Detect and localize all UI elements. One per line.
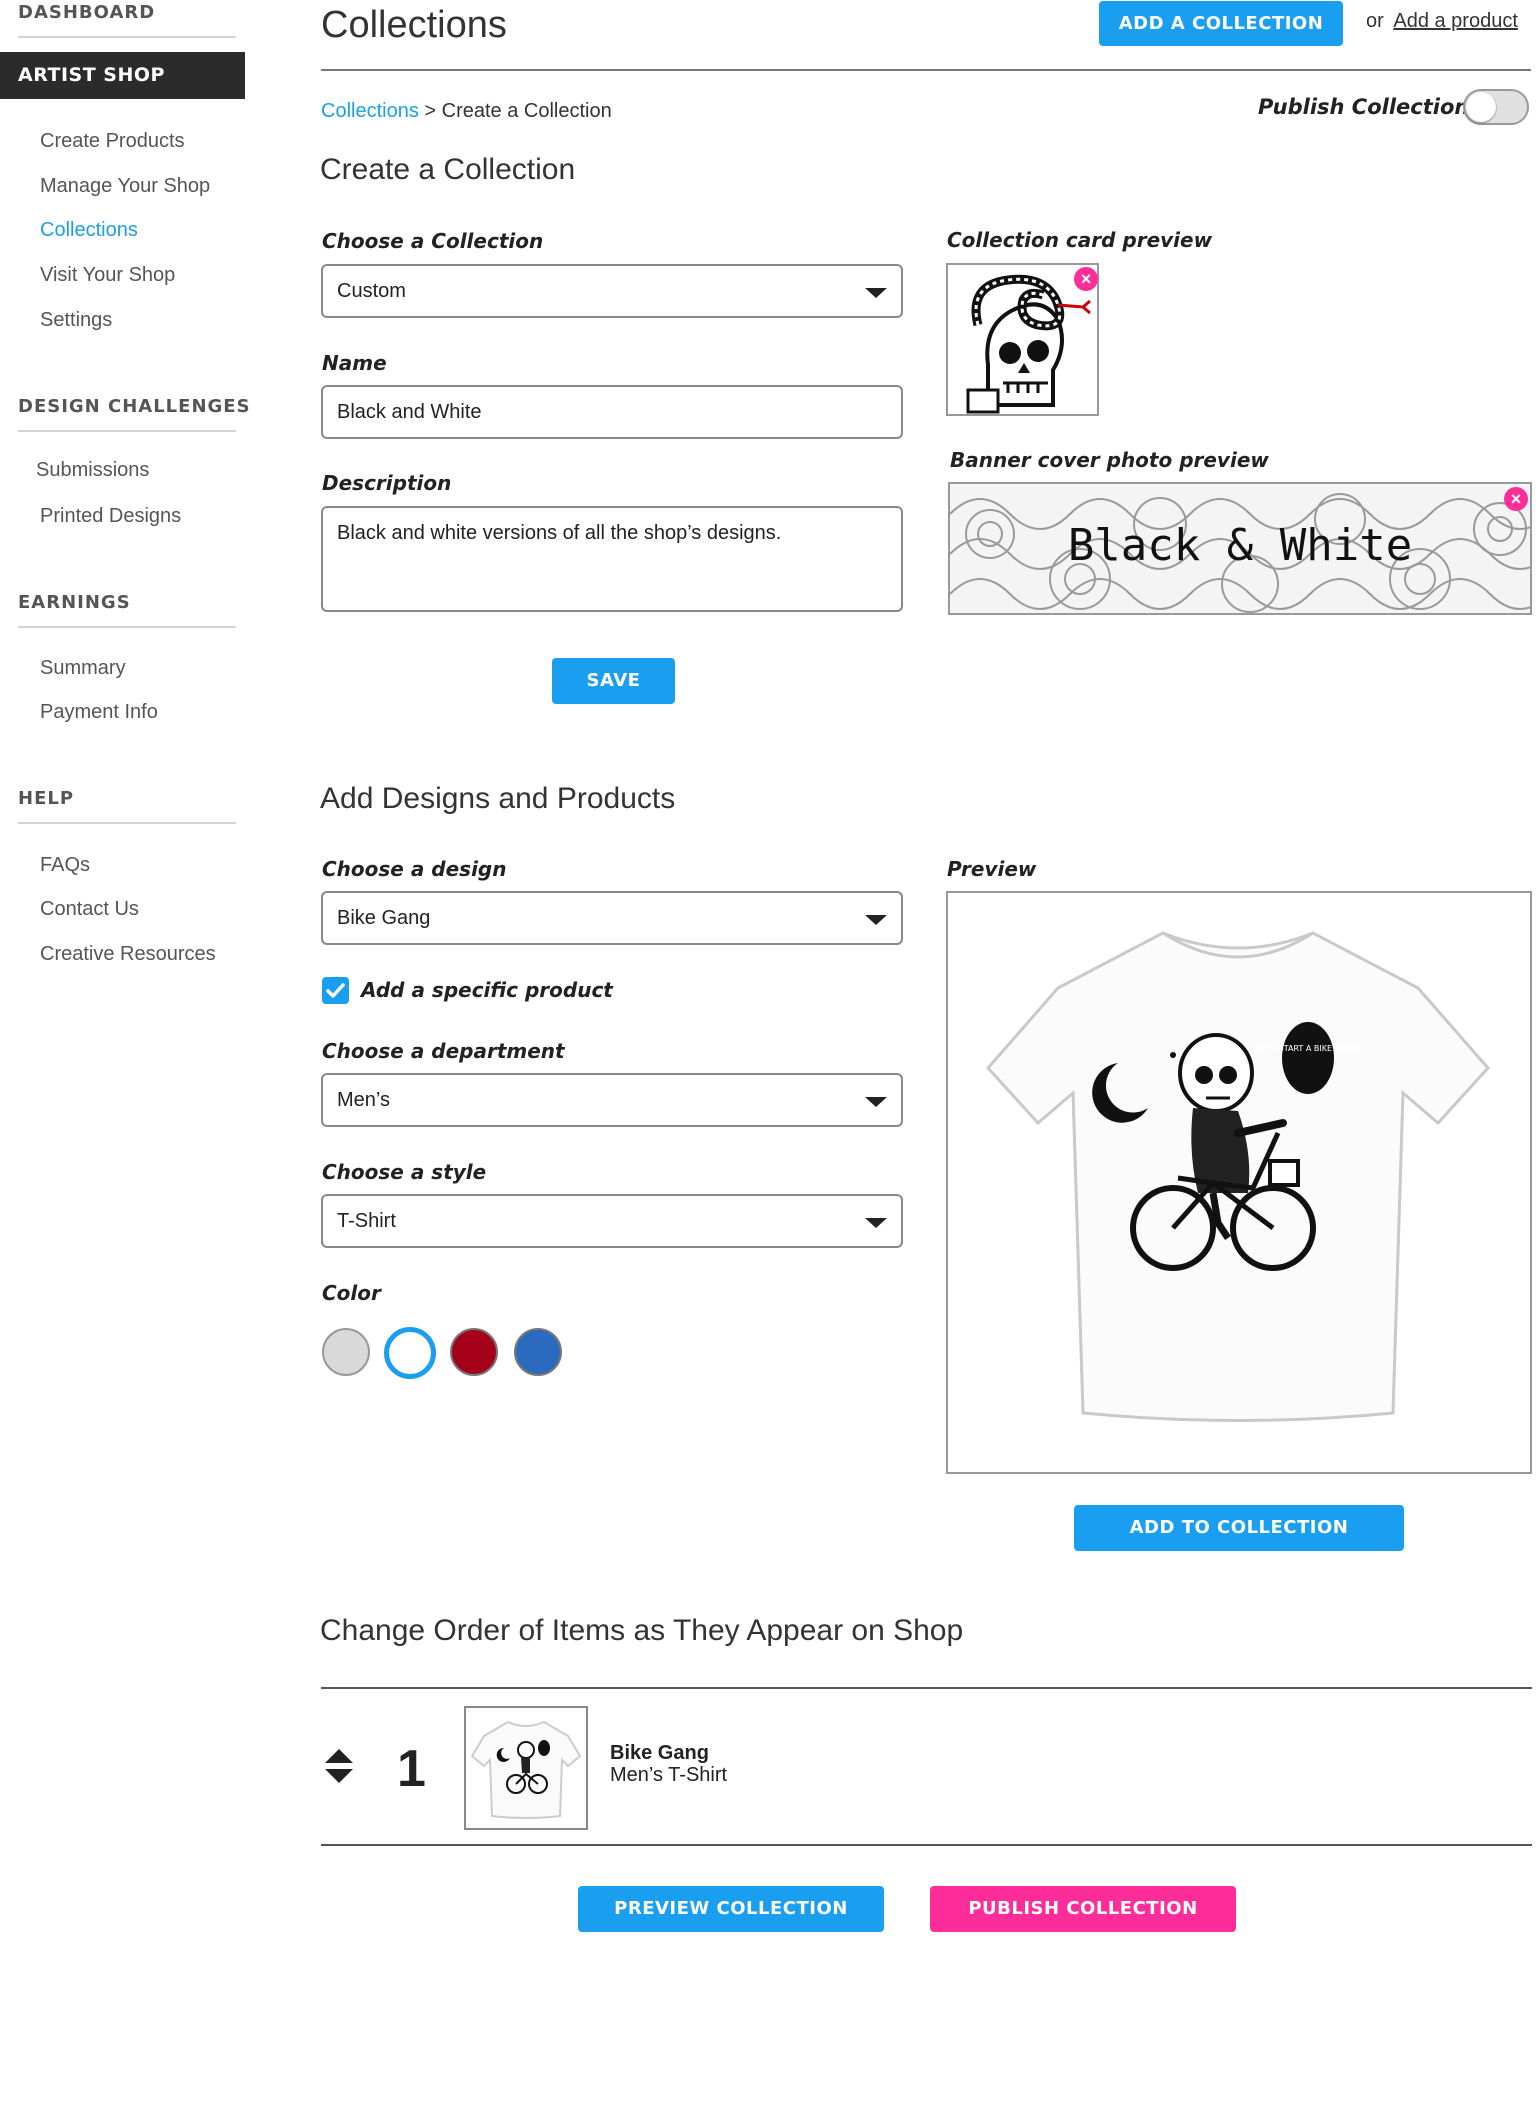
breadcrumb-current: Create a Collection — [441, 100, 612, 122]
checkmark-icon — [326, 983, 345, 998]
specific-product-checkbox[interactable] — [322, 977, 349, 1004]
color-swatch-blue[interactable] — [514, 1328, 562, 1376]
sidebar-item-create-products[interactable]: Create Products — [40, 130, 185, 153]
sidebar-heading-dashboard[interactable]: DASHBOARD — [18, 2, 155, 23]
sidebar-item-manage-your-shop[interactable]: Manage Your Shop — [40, 175, 210, 198]
collection-card-preview: × — [946, 263, 1099, 416]
description-label: Description — [322, 471, 452, 495]
name-field-value: Black and White — [337, 401, 482, 423]
reorder-handle-icon[interactable] — [324, 1749, 354, 1789]
add-product-prompt: or Add a product — [1366, 10, 1518, 33]
breadcrumb-link-collections[interactable]: Collections — [321, 100, 419, 122]
card-preview-label: Collection card preview — [947, 228, 1213, 252]
select-value: Custom — [337, 280, 406, 302]
sidebar-item-visit-your-shop[interactable]: Visit Your Shop — [40, 264, 175, 287]
preview-label: Preview — [947, 857, 1037, 881]
page-title: Collections — [321, 4, 507, 46]
preview-collection-button[interactable]: PREVIEW COLLECTION — [578, 1886, 884, 1932]
description-field-value: Black and white versions of all the shop… — [337, 522, 782, 544]
order-item-subtitle: Men’s T-Shirt — [610, 1764, 728, 1786]
sidebar-item-collections[interactable]: Collections — [40, 219, 138, 242]
sidebar-item-printed-designs[interactable]: Printed Designs — [40, 505, 181, 528]
order-item-thumbnail — [464, 1706, 588, 1830]
sidebar-item-label: ARTIST SHOP — [18, 64, 165, 86]
sidebar-heading-help[interactable]: HELP — [18, 788, 74, 809]
add-product-link[interactable]: Add a product — [1393, 10, 1518, 32]
name-label: Name — [322, 351, 387, 375]
add-collection-button[interactable]: ADD A COLLECTION — [1099, 1, 1343, 46]
banner-title-text: Black & White — [1067, 520, 1413, 571]
sidebar-item-summary[interactable]: Summary — [40, 657, 126, 680]
sidebar-item-artist-shop[interactable]: ARTIST SHOP — [0, 52, 245, 99]
divider — [18, 822, 236, 824]
design-select[interactable]: Bike Gang — [321, 891, 903, 945]
breadcrumb-separator: > — [424, 100, 437, 122]
chevron-down-icon — [865, 1218, 887, 1228]
or-text: or — [1366, 10, 1384, 32]
banner-cover-preview: Black & White × — [948, 482, 1532, 615]
select-value: Men’s — [337, 1089, 390, 1111]
add-designs-title: Add Designs and Products — [320, 782, 676, 815]
product-preview: LET'S START A BIKE GANG! — [946, 891, 1532, 1474]
order-bottom-divider — [321, 1844, 1532, 1846]
name-field[interactable]: Black and White — [321, 385, 903, 439]
banner-preview-label: Banner cover photo preview — [950, 448, 1269, 472]
department-label: Choose a department — [322, 1039, 565, 1063]
divider — [18, 626, 236, 628]
choose-collection-select[interactable]: Custom — [321, 264, 903, 318]
color-swatch-red[interactable] — [450, 1328, 498, 1376]
sidebar-item-faqs[interactable]: FAQs — [40, 854, 90, 877]
sidebar-item-contact-us[interactable]: Contact Us — [40, 898, 139, 921]
remove-card-image-icon[interactable]: × — [1074, 267, 1098, 291]
chevron-down-icon — [865, 288, 887, 298]
sidebar-item-submissions[interactable]: Submissions — [36, 459, 149, 482]
order-title: Change Order of Items as They Appear on … — [320, 1614, 964, 1647]
style-label: Choose a style — [322, 1160, 487, 1184]
color-swatch-white[interactable] — [384, 1327, 436, 1379]
sidebar-item-settings[interactable]: Settings — [40, 309, 112, 332]
publish-collection-button[interactable]: PUBLISH COLLECTION — [930, 1886, 1236, 1932]
breadcrumb: Collections > Create a Collection — [321, 100, 612, 123]
sidebar-heading-design-challenges[interactable]: DESIGN CHALLENGES — [18, 396, 251, 417]
divider — [18, 430, 236, 432]
add-to-collection-button[interactable]: ADD TO COLLECTION — [1074, 1505, 1404, 1551]
publish-toggle[interactable] — [1463, 89, 1529, 125]
divider — [18, 36, 236, 38]
sidebar-item-payment-info[interactable]: Payment Info — [40, 701, 158, 724]
style-select[interactable]: T-Shirt — [321, 1194, 903, 1248]
publish-toggle-label: Publish Collection — [1258, 95, 1470, 119]
color-swatch-gray[interactable] — [322, 1328, 370, 1376]
tshirt-thumbnail — [470, 1720, 582, 1819]
toggle-knob — [1466, 92, 1496, 122]
chevron-down-icon — [865, 1097, 887, 1107]
chevron-down-icon — [865, 915, 887, 925]
tshirt-mockup: LET'S START A BIKE GANG! — [985, 931, 1491, 1422]
order-item-name: Bike Gang — [610, 1742, 709, 1764]
order-row: 1 Bike Gang Men’s T-Shirt — [321, 1689, 1532, 1844]
sidebar-heading-earnings[interactable]: EARNINGS — [18, 592, 131, 613]
sidebar-item-creative-resources[interactable]: Creative Resources — [40, 943, 216, 966]
design-label: Choose a design — [322, 857, 507, 881]
choose-collection-label: Choose a Collection — [322, 229, 544, 253]
specific-product-label[interactable]: Add a specific product — [361, 978, 613, 1002]
select-value: T-Shirt — [337, 1210, 396, 1232]
speech-bubble-text: LET'S START A BIKE GANG! — [1254, 1044, 1361, 1053]
department-select[interactable]: Men’s — [321, 1073, 903, 1127]
description-field[interactable]: Black and white versions of all the shop… — [321, 506, 903, 612]
remove-banner-image-icon[interactable]: × — [1504, 487, 1528, 511]
order-position: 1 — [397, 1740, 426, 1798]
color-label: Color — [322, 1281, 381, 1305]
select-value: Bike Gang — [337, 907, 431, 929]
header-divider — [321, 69, 1531, 71]
save-button[interactable]: SAVE — [552, 658, 675, 704]
skull-snake-artwork — [948, 265, 1097, 414]
create-collection-title: Create a Collection — [320, 153, 576, 186]
